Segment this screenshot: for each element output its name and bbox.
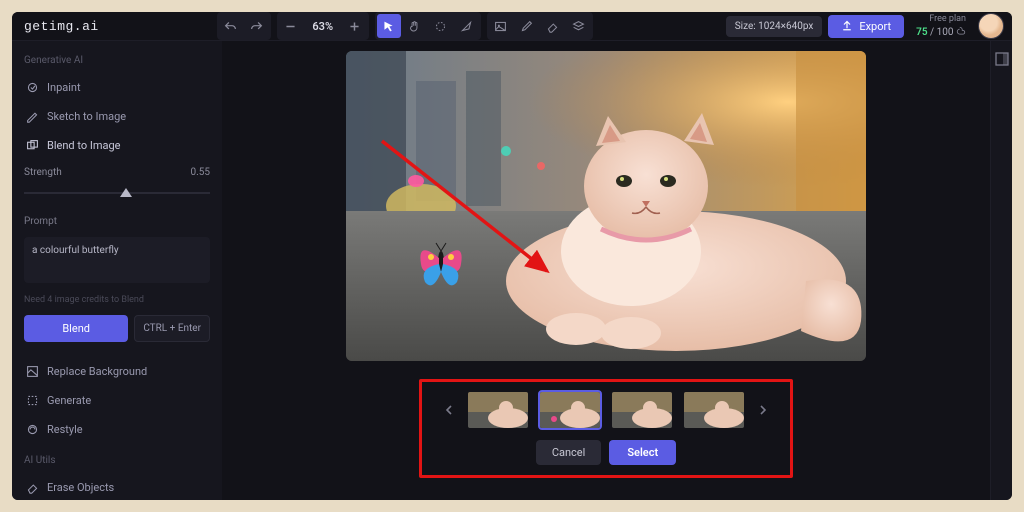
generate-icon: [26, 394, 39, 407]
lasso-tool-icon[interactable]: [455, 14, 479, 38]
export-button[interactable]: Export: [828, 15, 904, 38]
user-avatar[interactable]: [978, 13, 1004, 39]
marquee-tool-icon[interactable]: [429, 14, 453, 38]
image-tool-icon[interactable]: [489, 14, 513, 38]
credits-counter: 75 / 100: [916, 26, 966, 38]
cursor-tool-icon[interactable]: [377, 14, 401, 38]
right-rail: [990, 41, 1012, 500]
sidebar-section-utils: AI Utils: [24, 455, 210, 466]
credit-hint: Need 4 image credits to Blend: [24, 295, 210, 305]
sidebar-section-generative: Generative AI: [24, 55, 210, 66]
sidebar-item-restyle[interactable]: Restyle: [24, 418, 210, 441]
hand-tool-icon[interactable]: [403, 14, 427, 38]
next-result-button[interactable]: [754, 401, 772, 419]
app-body: Generative AI Inpaint Sketch to Image Bl…: [12, 41, 1012, 500]
prompt-label: Prompt: [24, 216, 210, 227]
sidebar-item-inpaint[interactable]: Inpaint: [24, 76, 210, 99]
export-label: Export: [859, 20, 891, 33]
sidebar-item-replace-bg[interactable]: Replace Background: [24, 360, 210, 383]
results-panel: Cancel Select: [419, 379, 793, 478]
zoom-out-button[interactable]: [279, 14, 303, 38]
canvas-area: Cancel Select: [222, 41, 990, 500]
sidebar-item-blend[interactable]: Blend to Image: [24, 134, 210, 157]
result-actions: Cancel Select: [536, 440, 676, 465]
result-thumb-2[interactable]: [538, 390, 602, 430]
canvas-size-badge[interactable]: Size: 1024×640px: [726, 16, 823, 37]
zoom-percent[interactable]: 63%: [303, 20, 343, 33]
canvas-image[interactable]: [346, 51, 866, 361]
blend-icon: [26, 139, 39, 152]
sidebar-item-erase[interactable]: Erase Objects: [24, 476, 210, 499]
history-group: [217, 12, 271, 40]
erase-icon: [26, 481, 39, 494]
brand-logo: getimg.ai: [20, 19, 99, 34]
result-thumb-4[interactable]: [682, 390, 746, 430]
inpaint-icon: [26, 81, 39, 94]
select-button[interactable]: Select: [609, 440, 676, 465]
export-icon: [841, 20, 853, 32]
tool-group-2: [487, 12, 593, 40]
plan-label: Free plan: [929, 14, 966, 24]
zoom-in-button[interactable]: [343, 14, 367, 38]
undo-icon[interactable]: [219, 14, 243, 38]
strength-slider[interactable]: [24, 186, 210, 200]
sketch-icon: [26, 110, 39, 123]
blend-action-row: Blend CTRL + Enter: [24, 315, 210, 342]
blend-shortcut-badge: CTRL + Enter: [134, 315, 210, 342]
brush-tool-icon[interactable]: [515, 14, 539, 38]
app-shell: getimg.ai 63% Size: 1024×640px: [12, 12, 1012, 500]
prev-result-button[interactable]: [440, 401, 458, 419]
panel-toggle-icon[interactable]: [994, 51, 1010, 67]
thumbnail-row: [440, 390, 772, 430]
eraser-tool-icon[interactable]: [541, 14, 565, 38]
credits-icon: [956, 26, 966, 36]
plan-area: Free plan 75 / 100: [916, 14, 966, 38]
sidebar: Generative AI Inpaint Sketch to Image Bl…: [12, 41, 222, 500]
replace-bg-icon: [26, 365, 39, 378]
sidebar-item-sketch[interactable]: Sketch to Image: [24, 105, 210, 128]
tool-group-1: [375, 12, 481, 40]
blend-button[interactable]: Blend: [24, 315, 128, 342]
restyle-icon: [26, 423, 39, 436]
redo-icon[interactable]: [245, 14, 269, 38]
result-thumb-1[interactable]: [466, 390, 530, 430]
prompt-textarea[interactable]: a colourful butterfly: [24, 237, 210, 283]
cancel-button[interactable]: Cancel: [536, 440, 601, 465]
layers-tool-icon[interactable]: [567, 14, 591, 38]
zoom-group: 63%: [277, 12, 369, 40]
slider-thumb-icon[interactable]: [120, 188, 132, 197]
top-bar: getimg.ai 63% Size: 1024×640px: [12, 12, 1012, 41]
strength-value: 0.55: [191, 167, 211, 178]
sidebar-item-generate[interactable]: Generate: [24, 389, 210, 412]
strength-label: Strength: [24, 167, 62, 178]
strength-row: Strength 0.55: [24, 167, 210, 178]
result-thumb-3[interactable]: [610, 390, 674, 430]
